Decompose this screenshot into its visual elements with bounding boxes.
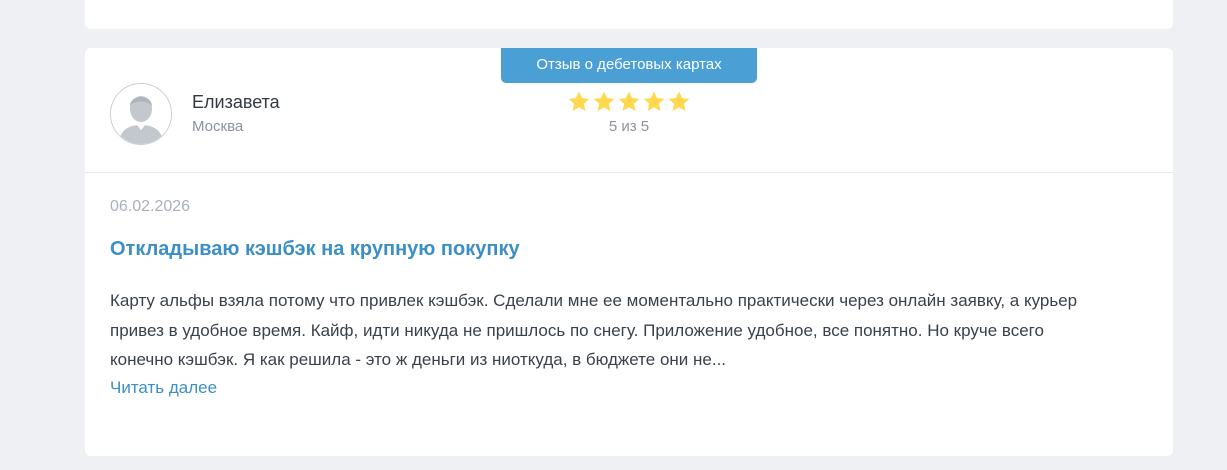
star-icon (568, 91, 590, 111)
star-icon (618, 91, 640, 111)
rating-stars (567, 90, 691, 114)
review-date: 06.02.2026 (110, 198, 191, 215)
rating-text: 5 из 5 (608, 118, 650, 135)
category-badge[interactable]: Отзыв о дебетовых картах (501, 48, 757, 83)
read-more-link[interactable]: Читать далее (110, 378, 217, 398)
author-city: Москва (192, 118, 244, 135)
star-icon (643, 91, 665, 111)
review-title-link[interactable]: Откладываю кэшбэк на крупную покупку (110, 238, 520, 261)
review-text: Карту альфы взяла потому что привлек кэш… (110, 291, 1078, 369)
star-icon (593, 91, 615, 111)
user-avatar-icon (110, 83, 172, 145)
star-icon (668, 91, 690, 111)
author-name: Елизавета (192, 92, 280, 112)
previous-review-card (85, 0, 1173, 29)
review-card: Елизавета Москва 5 из 5 Отзыв о дебетовы… (85, 48, 1173, 456)
